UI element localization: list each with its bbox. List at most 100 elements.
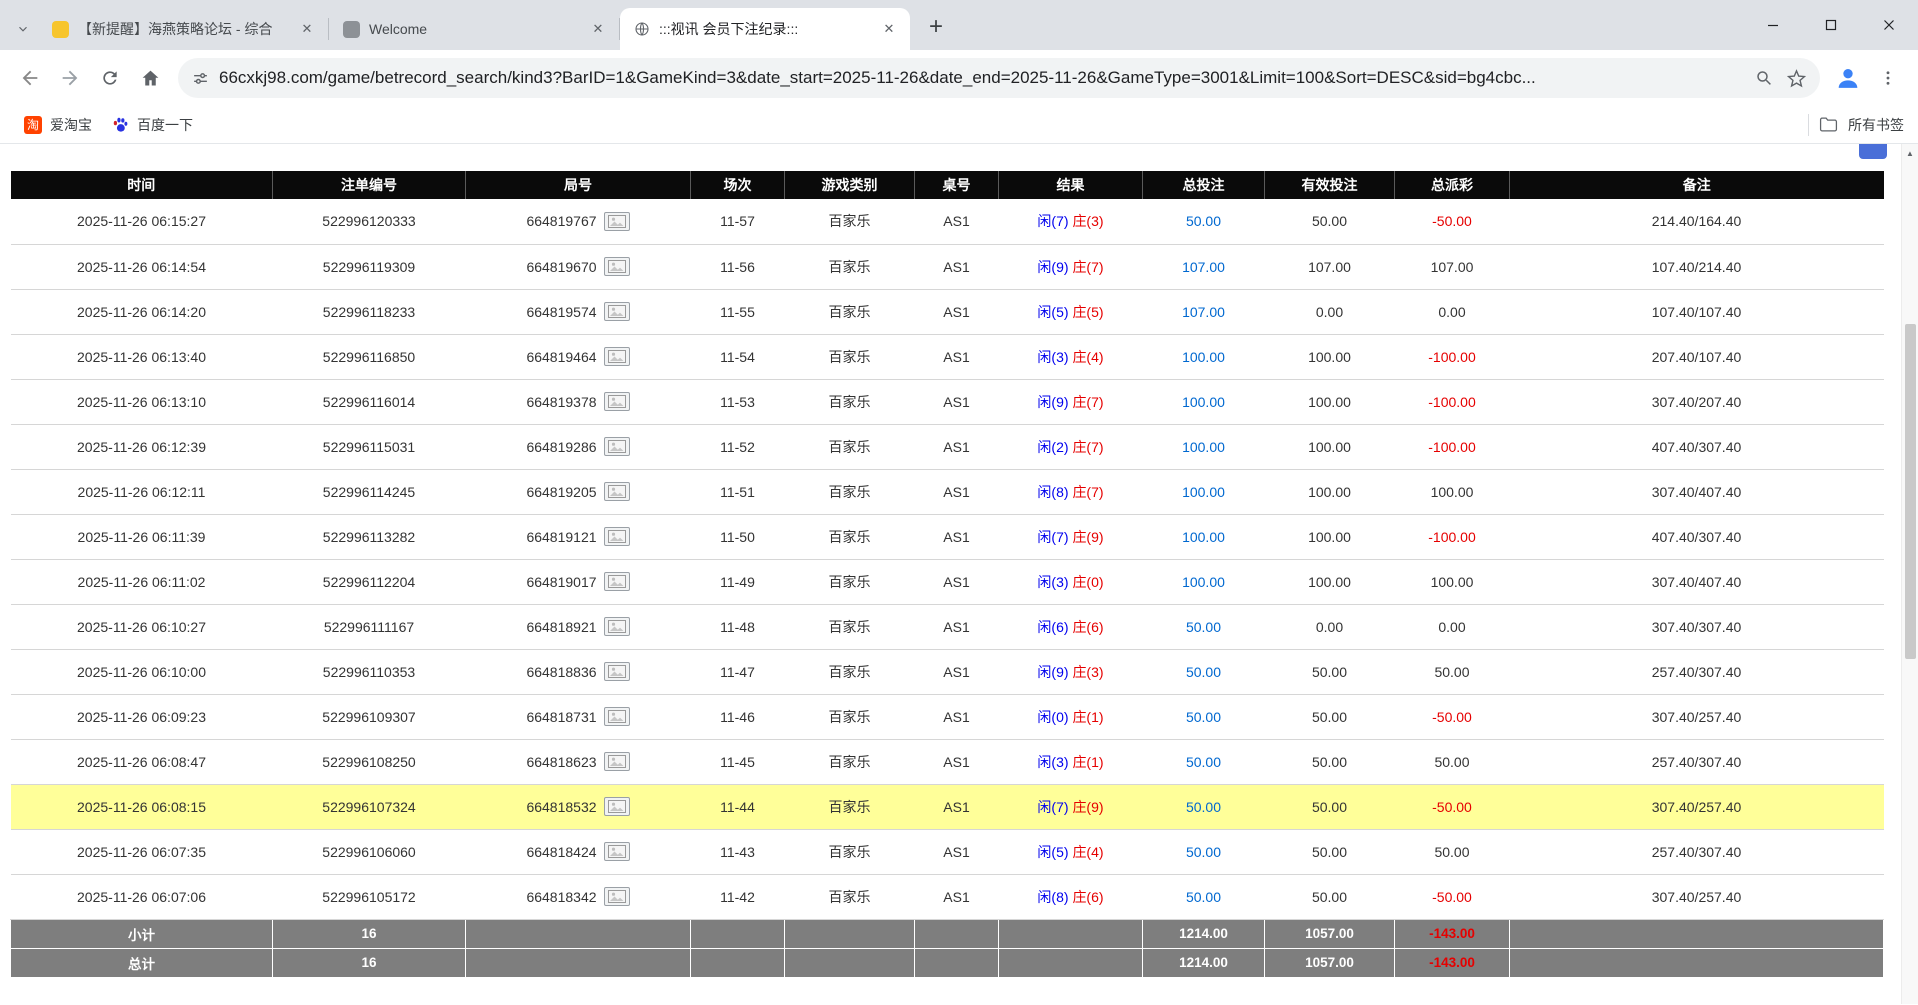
result-banker: 庄(9) xyxy=(1072,529,1103,545)
cell-valid-bet: 0.00 xyxy=(1265,289,1395,334)
cell-result: 闲(0) 庄(1) xyxy=(999,694,1143,739)
cell-total-bet: 50.00 xyxy=(1143,694,1265,739)
bet-records-table: 时间 注单编号 局号 场次 游戏类别 桌号 结果 总投注 有效投注 总派彩 备注… xyxy=(10,171,1884,978)
table-row[interactable]: 2025-11-26 06:15:27522996120333664819767… xyxy=(11,199,1884,244)
footer-empty-cell xyxy=(691,919,785,948)
round-preview-icon[interactable] xyxy=(604,437,630,456)
cell-table-no: AS1 xyxy=(915,199,999,244)
cell-table-no: AS1 xyxy=(915,739,999,784)
url-text[interactable]: 66cxkj98.com/game/betrecord_search/kind3… xyxy=(219,68,1748,88)
home-icon[interactable] xyxy=(130,58,170,98)
cell-note: 307.40/257.40 xyxy=(1510,874,1884,919)
table-row[interactable]: 2025-11-26 06:11:39522996113282664819121… xyxy=(11,514,1884,559)
round-preview-icon[interactable] xyxy=(604,842,630,861)
table-row[interactable]: 2025-11-26 06:09:23522996109307664818731… xyxy=(11,694,1884,739)
round-preview-icon[interactable] xyxy=(604,302,630,321)
site-settings-icon[interactable] xyxy=(192,70,209,87)
zoom-icon[interactable] xyxy=(1748,62,1780,94)
round-preview-icon[interactable] xyxy=(604,347,630,366)
table-row[interactable]: 2025-11-26 06:07:06522996105172664818342… xyxy=(11,874,1884,919)
browser-menu-icon[interactable] xyxy=(1868,58,1908,98)
cell-payout: -50.00 xyxy=(1395,874,1510,919)
round-preview-icon[interactable] xyxy=(604,572,630,591)
cell-time: 2025-11-26 06:13:40 xyxy=(11,334,273,379)
table-row[interactable]: 2025-11-26 06:07:35522996106060664818424… xyxy=(11,829,1884,874)
cell-total-bet: 50.00 xyxy=(1143,784,1265,829)
round-preview-icon[interactable] xyxy=(604,797,630,816)
cell-round: 664818424 xyxy=(466,829,691,874)
round-preview-icon[interactable] xyxy=(604,482,630,501)
scrollbar-thumb[interactable] xyxy=(1905,324,1916,659)
table-row[interactable]: 2025-11-26 06:10:27522996111167664818921… xyxy=(11,604,1884,649)
folder-icon xyxy=(1819,116,1838,133)
table-row[interactable]: 2025-11-26 06:14:20522996118233664819574… xyxy=(11,289,1884,334)
round-number: 664819017 xyxy=(526,574,596,590)
bookmark-star-icon[interactable] xyxy=(1780,62,1812,94)
scroll-up-arrow-icon[interactable]: ▲ xyxy=(1902,144,1918,162)
round-preview-icon[interactable] xyxy=(604,617,630,636)
table-row[interactable]: 2025-11-26 06:13:40522996116850664819464… xyxy=(11,334,1884,379)
tab-close-icon[interactable]: ✕ xyxy=(878,18,900,40)
table-row[interactable]: 2025-11-26 06:08:15522996107324664818532… xyxy=(11,784,1884,829)
subtotal-label: 小计 xyxy=(11,919,273,948)
vertical-scrollbar[interactable]: ▲ xyxy=(1901,144,1918,1004)
table-row[interactable]: 2025-11-26 06:11:02522996112204664819017… xyxy=(11,559,1884,604)
round-preview-icon[interactable] xyxy=(604,662,630,681)
cell-bet-id: 522996114245 xyxy=(273,469,466,514)
refresh-icon[interactable] xyxy=(90,58,130,98)
cell-round: 664819464 xyxy=(466,334,691,379)
forward-icon[interactable] xyxy=(50,58,90,98)
cell-bet-id: 522996109307 xyxy=(273,694,466,739)
welcome-favicon xyxy=(343,21,360,38)
table-row[interactable]: 2025-11-26 06:13:10522996116014664819378… xyxy=(11,379,1884,424)
new-tab-button[interactable]: + xyxy=(918,9,954,45)
cell-time: 2025-11-26 06:08:47 xyxy=(11,739,273,784)
bookmarks-divider xyxy=(1808,114,1809,136)
cell-valid-bet: 100.00 xyxy=(1265,334,1395,379)
bookmark-aitaobao[interactable]: 淘 爱淘宝 xyxy=(14,111,102,139)
cell-valid-bet: 100.00 xyxy=(1265,424,1395,469)
cell-game-type: 百家乐 xyxy=(785,469,915,514)
cell-valid-bet: 50.00 xyxy=(1265,739,1395,784)
table-row[interactable]: 2025-11-26 06:12:11522996114245664819205… xyxy=(11,469,1884,514)
cell-note: 307.40/207.40 xyxy=(1510,379,1884,424)
tab-welcome[interactable]: Welcome ✕ xyxy=(329,8,619,50)
round-preview-icon[interactable] xyxy=(604,752,630,771)
profile-avatar[interactable] xyxy=(1828,58,1868,98)
tab-close-icon[interactable]: ✕ xyxy=(587,18,609,40)
cell-note: 207.40/107.40 xyxy=(1510,334,1884,379)
address-bar[interactable]: 66cxkj98.com/game/betrecord_search/kind3… xyxy=(178,58,1820,98)
cell-valid-bet: 50.00 xyxy=(1265,694,1395,739)
table-row[interactable]: 2025-11-26 06:12:39522996115031664819286… xyxy=(11,424,1884,469)
round-number: 664819670 xyxy=(526,259,596,275)
tab-close-icon[interactable]: ✕ xyxy=(296,18,318,40)
result-banker: 庄(3) xyxy=(1072,664,1103,680)
cell-total-bet: 100.00 xyxy=(1143,379,1265,424)
cell-payout: 50.00 xyxy=(1395,829,1510,874)
tab-bet-records-active[interactable]: :::视讯 会员下注纪录::: ✕ xyxy=(620,8,910,50)
round-preview-icon[interactable] xyxy=(604,257,630,276)
round-preview-icon[interactable] xyxy=(604,887,630,906)
round-preview-icon[interactable] xyxy=(604,707,630,726)
table-row[interactable]: 2025-11-26 06:14:54522996119309664819670… xyxy=(11,244,1884,289)
round-preview-icon[interactable] xyxy=(604,392,630,411)
tab-forum[interactable]: 【新提醒】海燕策略论坛 - 综合 ✕ xyxy=(38,8,328,50)
cell-valid-bet: 107.00 xyxy=(1265,244,1395,289)
round-preview-icon[interactable] xyxy=(604,212,630,231)
maximize-button[interactable] xyxy=(1802,0,1860,50)
close-window-button[interactable] xyxy=(1860,0,1918,50)
result-player: 闲(8) xyxy=(1037,484,1068,500)
cell-bet-id: 522996112204 xyxy=(273,559,466,604)
cell-note: 307.40/407.40 xyxy=(1510,469,1884,514)
table-row[interactable]: 2025-11-26 06:08:47522996108250664818623… xyxy=(11,739,1884,784)
partial-search-button[interactable] xyxy=(1859,144,1887,159)
round-preview-icon[interactable] xyxy=(604,527,630,546)
all-bookmarks-label[interactable]: 所有书签 xyxy=(1848,115,1904,135)
minimize-button[interactable] xyxy=(1744,0,1802,50)
table-row[interactable]: 2025-11-26 06:10:00522996110353664818836… xyxy=(11,649,1884,694)
tab-search-chevron-icon[interactable] xyxy=(8,8,38,50)
bookmark-baidu[interactable]: 百度一下 xyxy=(102,111,203,139)
back-icon[interactable] xyxy=(10,58,50,98)
cell-result: 闲(5) 庄(5) xyxy=(999,289,1143,334)
cell-table-no: AS1 xyxy=(915,379,999,424)
